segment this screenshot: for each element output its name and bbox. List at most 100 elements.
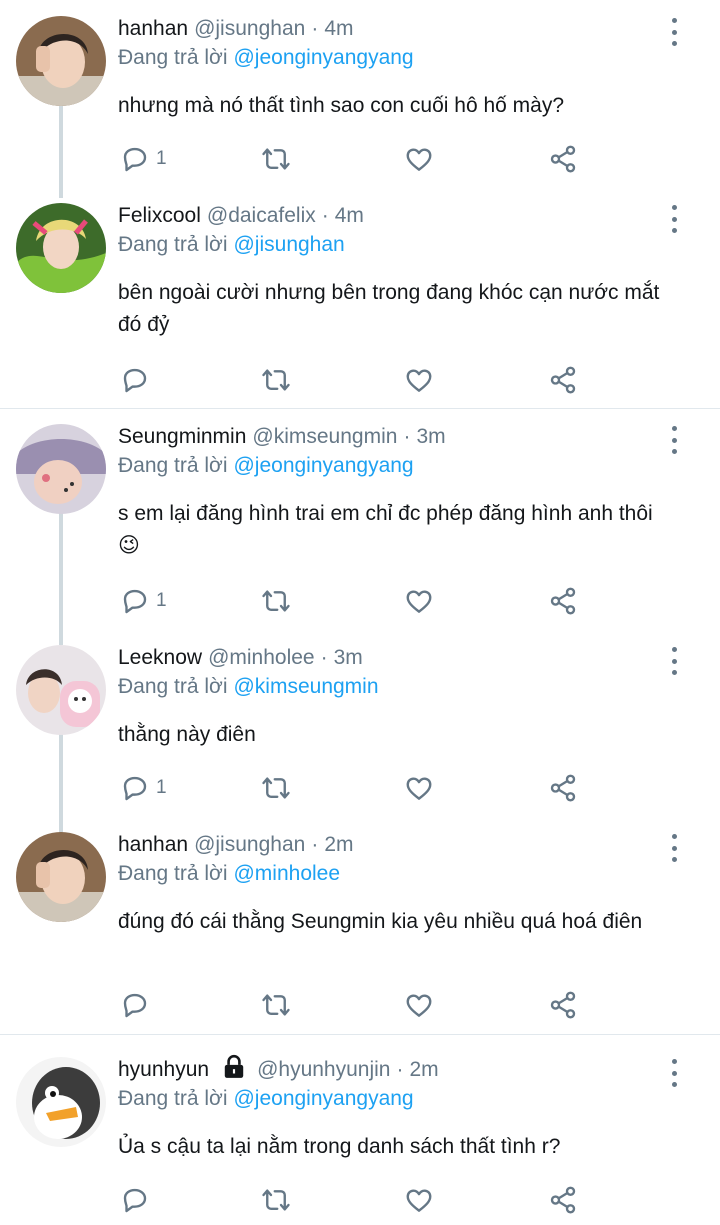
reply-to-link[interactable]: @jeonginyangyang: [233, 1087, 413, 1110]
action-bar: 1: [0, 771, 720, 805]
tweet[interactable]: Leeknow @minholee · 3m Đang trả lời @kims…: [0, 643, 720, 823]
timestamp: 4m: [324, 17, 354, 40]
display-name[interactable]: Felixcool: [118, 204, 201, 228]
reply-prefix: Đang trả lời: [118, 233, 228, 256]
share-icon: [548, 990, 578, 1020]
reply-prefix: Đang trả lời: [118, 454, 228, 477]
retweet-button[interactable]: [260, 142, 292, 176]
like-button[interactable]: [404, 584, 434, 618]
reply-count: 1: [156, 148, 167, 169]
avatar[interactable]: [16, 424, 106, 514]
reply-to-link[interactable]: @minholee: [233, 862, 340, 885]
share-button[interactable]: [548, 771, 578, 805]
retweet-button[interactable]: [260, 988, 292, 1022]
display-name[interactable]: hanhan: [118, 17, 188, 41]
action-bar: 1: [0, 142, 720, 176]
username[interactable]: @hyunhyunjin: [257, 1058, 390, 1082]
reply-button[interactable]: 1: [120, 584, 167, 618]
retweet-icon: [260, 144, 292, 174]
share-button[interactable]: [548, 363, 578, 397]
display-name[interactable]: Leeknow: [118, 646, 202, 670]
share-icon: [548, 1185, 578, 1215]
share-button[interactable]: [548, 142, 578, 176]
retweet-button[interactable]: [260, 1183, 292, 1217]
tweet[interactable]: hanhan @jisunghan · 2m Đang trả lời @minh…: [0, 830, 720, 1030]
tweet[interactable]: hanhan @jisunghan · 4m Đang trả lời @jeon…: [0, 14, 720, 194]
timestamp: 2m: [324, 833, 354, 856]
reply-icon: [120, 365, 150, 395]
username[interactable]: @kimseungmin: [252, 425, 397, 449]
share-button[interactable]: [548, 988, 578, 1022]
reply-button[interactable]: [120, 988, 150, 1022]
more-options-icon[interactable]: [664, 205, 684, 233]
avatar[interactable]: [16, 203, 106, 293]
tweet[interactable]: Seungminmin @kimseungmin · 3m Đang trả l…: [0, 422, 720, 622]
reply-count: 1: [156, 590, 167, 611]
reply-icon: [120, 990, 150, 1020]
like-button[interactable]: [404, 771, 434, 805]
reply-to-link[interactable]: @jisunghan: [233, 233, 344, 256]
username[interactable]: @minholee: [208, 646, 315, 670]
more-options-icon[interactable]: [664, 18, 684, 46]
like-button[interactable]: [404, 1183, 434, 1217]
cat-backpack-avatar-icon: [16, 645, 106, 735]
reply-button[interactable]: [120, 363, 150, 397]
share-button[interactable]: [548, 1183, 578, 1217]
like-button[interactable]: [404, 363, 434, 397]
retweet-icon: [260, 365, 292, 395]
share-icon: [548, 144, 578, 174]
retweet-icon: [260, 990, 292, 1020]
display-name[interactable]: hyunhyun: [118, 1058, 209, 1082]
reply-context: Đang trả lời @jeonginyangyang: [118, 46, 414, 70]
timestamp: 4m: [334, 204, 364, 227]
avatar[interactable]: [16, 832, 106, 922]
retweet-button[interactable]: [260, 771, 292, 805]
reply-icon: [120, 1185, 150, 1215]
more-options-icon[interactable]: [664, 426, 684, 454]
reply-button[interactable]: 1: [120, 771, 167, 805]
reply-to-link[interactable]: @kimseungmin: [233, 675, 378, 698]
reply-prefix: Đang trả lời: [118, 46, 228, 69]
separator-dot: ·: [321, 204, 329, 227]
tweet-text: bên ngoài cười nhưng bên trong đang khóc…: [118, 281, 660, 336]
display-name[interactable]: hanhan: [118, 833, 188, 857]
avatar[interactable]: [16, 1057, 106, 1147]
separator-dot: ·: [403, 425, 411, 448]
more-options-icon[interactable]: [664, 1059, 684, 1087]
username[interactable]: @daicafelix: [207, 204, 316, 228]
reply-to-link[interactable]: @jeonginyangyang: [233, 454, 413, 477]
reply-button[interactable]: 1: [120, 142, 167, 176]
more-options-icon[interactable]: [664, 647, 684, 675]
avatar[interactable]: [16, 645, 106, 735]
tweet-text: Ủa s cậu ta lại nằm trong danh sách thất…: [118, 1135, 561, 1158]
tweet[interactable]: hyunhyun @hyunhyunjin · 2m Đang trả lời @…: [0, 1054, 720, 1225]
timestamp: 3m: [333, 646, 363, 669]
share-button[interactable]: [548, 584, 578, 618]
retweet-button[interactable]: [260, 363, 292, 397]
avatar[interactable]: [16, 16, 106, 106]
boy-avatar-icon: [16, 832, 106, 922]
username[interactable]: @jisunghan: [194, 17, 305, 41]
separator-dot: ·: [311, 17, 319, 40]
display-name[interactable]: Seungminmin: [118, 425, 246, 449]
tweet-text: thằng này điên: [118, 723, 256, 746]
penguin-avatar-icon: [16, 1057, 106, 1147]
action-bar: 1: [0, 584, 720, 618]
username[interactable]: @jisunghan: [194, 833, 305, 857]
like-button[interactable]: [404, 988, 434, 1022]
separator-dot: ·: [396, 1058, 404, 1081]
reply-to-link[interactable]: @jeonginyangyang: [233, 46, 413, 69]
retweet-button[interactable]: [260, 584, 292, 618]
share-icon: [548, 586, 578, 616]
boy-avatar-icon: [16, 16, 106, 106]
heart-icon: [404, 1185, 434, 1215]
retweet-icon: [260, 1185, 292, 1215]
separator-dot: ·: [320, 646, 328, 669]
tweet[interactable]: Felixcool @daicafelix · 4m Đang trả lời @…: [0, 201, 720, 406]
reply-button[interactable]: [120, 1183, 150, 1217]
like-button[interactable]: [404, 142, 434, 176]
reply-count: 1: [156, 777, 167, 798]
share-icon: [548, 773, 578, 803]
more-options-icon[interactable]: [664, 834, 684, 862]
heart-icon: [404, 144, 434, 174]
